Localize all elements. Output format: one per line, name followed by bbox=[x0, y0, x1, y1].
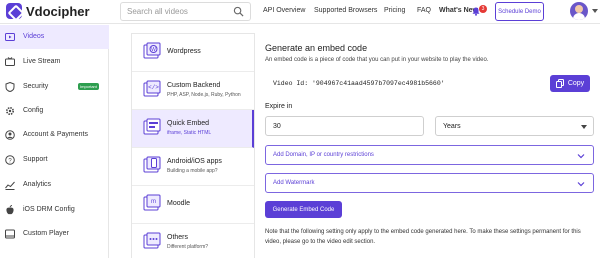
notification-badge: 3 bbox=[479, 5, 487, 13]
sidebar: Videos Live Stream Security Important Co… bbox=[0, 25, 109, 258]
dropdown-arrow-icon bbox=[581, 125, 587, 129]
nav-api-overview[interactable]: API Overview bbox=[263, 7, 305, 14]
logo-icon bbox=[6, 3, 22, 19]
chevron-down-icon[interactable] bbox=[592, 9, 598, 13]
option-subtitle: Different platform? bbox=[167, 244, 209, 250]
chevron-down-icon bbox=[577, 182, 585, 187]
embed-icon bbox=[143, 118, 161, 135]
top-bar: Vdocipher Search all videos API Overview… bbox=[0, 0, 600, 24]
option-moodle[interactable]: m Moodle bbox=[132, 186, 254, 224]
generate-embed-code-button[interactable]: Generate Embed Code bbox=[265, 201, 342, 218]
option-others[interactable]: Others Different platform? bbox=[132, 224, 254, 258]
sidebar-item-security[interactable]: Security Important bbox=[0, 75, 109, 99]
search-input[interactable]: Search all videos bbox=[120, 2, 251, 21]
page-title: Generate an embed code bbox=[265, 43, 368, 53]
sidebar-item-config[interactable]: Config bbox=[0, 99, 109, 123]
option-subtitle: Building a mobile app? bbox=[167, 168, 218, 174]
schedule-demo-button[interactable]: Schedule Demo bbox=[495, 2, 544, 21]
option-android-ios-apps[interactable]: Android/iOS apps Building a mobile app? bbox=[132, 148, 254, 186]
support-icon: ? bbox=[5, 155, 15, 165]
nav-faq[interactable]: FAQ bbox=[417, 7, 431, 14]
avatar[interactable] bbox=[570, 2, 588, 20]
svg-text:</>: </> bbox=[148, 84, 159, 91]
sidebar-item-account-payments[interactable]: Account & Payments bbox=[0, 123, 109, 147]
svg-text:m: m bbox=[151, 199, 156, 205]
logo[interactable]: Vdocipher bbox=[6, 3, 90, 19]
watermark-accordion[interactable]: Add Watermark bbox=[265, 173, 594, 193]
nav-pricing[interactable]: Pricing bbox=[384, 7, 405, 14]
option-subtitle: iframe, Static HTML bbox=[167, 130, 212, 136]
option-quick-embed[interactable]: Quick Embed iframe, Static HTML bbox=[132, 110, 254, 148]
sidebar-item-custom-player[interactable]: Custom Player bbox=[0, 222, 109, 246]
expire-unit-value: Years bbox=[443, 123, 461, 130]
expire-value-input[interactable]: 30 bbox=[265, 116, 424, 136]
sidebar-item-label: Videos bbox=[23, 33, 45, 40]
account-icon bbox=[5, 130, 15, 140]
option-custom-backend[interactable]: </> Custom Backend PHP, ASP, Node.js, Ru… bbox=[132, 72, 254, 110]
embed-code-panel: Generate an embed code An embed code is … bbox=[257, 33, 600, 258]
sidebar-item-label: iOS DRM Config bbox=[23, 206, 75, 213]
code-icon: </> bbox=[143, 80, 161, 97]
sidebar-item-label: Live Stream bbox=[23, 58, 61, 65]
player-icon bbox=[5, 229, 15, 239]
expire-label: Expire in bbox=[265, 103, 293, 110]
svg-text:W: W bbox=[151, 47, 156, 53]
option-title: Others bbox=[167, 234, 189, 241]
mobile-icon bbox=[143, 156, 161, 173]
live-stream-icon bbox=[5, 57, 15, 66]
gear-icon bbox=[5, 106, 15, 116]
copy-button[interactable]: Copy bbox=[550, 75, 590, 92]
expire-unit-select[interactable]: Years bbox=[435, 116, 594, 136]
important-badge: Important bbox=[78, 83, 99, 90]
nav-supported-browsers[interactable]: Supported Browsers bbox=[314, 7, 377, 14]
chevron-down-icon bbox=[577, 154, 585, 159]
option-title: Moodle bbox=[167, 200, 190, 207]
sidebar-item-analytics[interactable]: Analytics bbox=[0, 173, 109, 197]
wordpress-icon: W bbox=[143, 42, 161, 59]
search-icon[interactable] bbox=[233, 6, 244, 17]
others-icon bbox=[143, 232, 161, 249]
moodle-icon: m bbox=[143, 194, 161, 211]
restrictions-accordion[interactable]: Add Domain, IP or country restrictions bbox=[265, 145, 594, 165]
option-title: Custom Backend bbox=[167, 82, 221, 89]
sidebar-item-label: Account & Payments bbox=[23, 131, 88, 138]
copy-label: Copy bbox=[567, 80, 585, 87]
shield-icon bbox=[5, 82, 15, 92]
sidebar-item-label: Security bbox=[23, 83, 49, 90]
sidebar-item-support[interactable]: ? Support bbox=[0, 148, 109, 172]
sidebar-item-label: Custom Player bbox=[23, 230, 69, 237]
video-id: Video Id: '904967c41aad4597b7097ec4981b5… bbox=[273, 80, 445, 87]
sidebar-item-label: Analytics bbox=[23, 181, 52, 188]
sidebar-item-label: Config bbox=[23, 107, 44, 114]
page-description: An embed code is a piece of code that yo… bbox=[265, 57, 489, 63]
option-title: Quick Embed bbox=[167, 120, 210, 127]
settings-note: Note that the following setting only app… bbox=[265, 229, 581, 245]
sidebar-item-live-stream[interactable]: Live Stream bbox=[0, 50, 109, 74]
option-wordpress[interactable]: W Wordpress bbox=[132, 34, 254, 72]
option-title: Android/iOS apps bbox=[167, 158, 222, 165]
apple-icon bbox=[6, 205, 14, 215]
watermark-label: Add Watermark bbox=[273, 180, 315, 186]
search-placeholder: Search all videos bbox=[127, 7, 188, 16]
restrictions-label: Add Domain, IP or country restrictions bbox=[273, 152, 374, 158]
copy-icon bbox=[555, 79, 564, 88]
sidebar-item-label: Support bbox=[23, 156, 48, 163]
option-subtitle: PHP, ASP, Node.js, Ruby, Python bbox=[167, 92, 241, 98]
logo-text: Vdocipher bbox=[26, 3, 90, 19]
embed-options-list: W Wordpress </> Custom Backend PHP, ASP,… bbox=[131, 33, 255, 258]
option-title: Wordpress bbox=[167, 48, 201, 55]
video-icon bbox=[5, 33, 15, 41]
sidebar-item-ios-drm-config[interactable]: iOS DRM Config bbox=[0, 198, 109, 222]
sidebar-item-videos[interactable]: Videos bbox=[0, 25, 109, 49]
analytics-icon bbox=[5, 181, 15, 190]
